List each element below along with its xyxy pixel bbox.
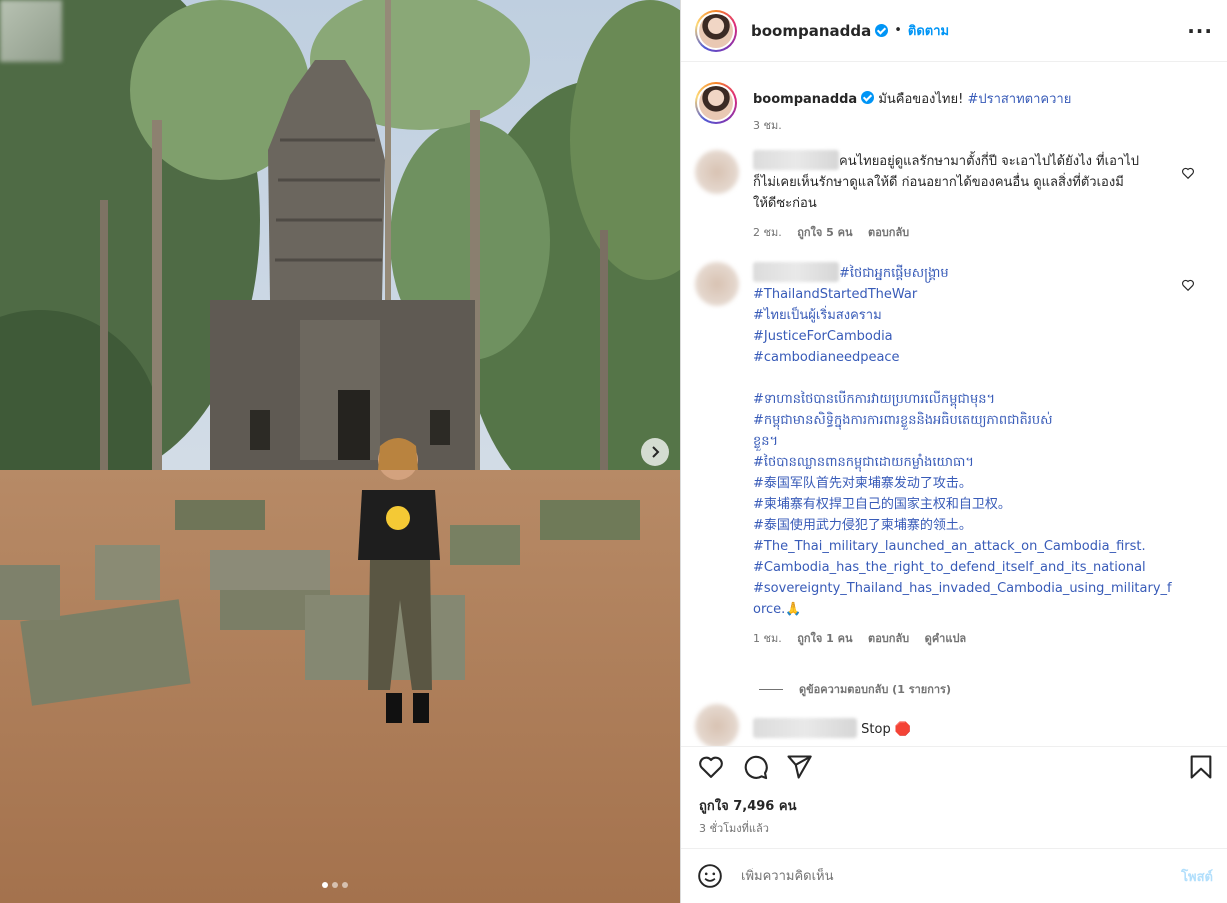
view-replies-label: ดูข้อความตอบกลับ (1 รายการ) [799,683,951,696]
view-replies-button[interactable]: ดูข้อความตอบกลับ (1 รายการ) [759,680,951,698]
carousel-dot [332,882,338,888]
caption-hashtag[interactable]: #ปราสาทตาควาย [967,92,1071,107]
separator-dot: • [894,23,902,38]
post-header: boompanadda • ติดตาม ··· [681,0,1227,62]
more-options-icon[interactable]: ··· [1187,19,1213,43]
emoji-icon[interactable] [697,863,723,889]
comment-hashtag[interactable]: #Cambodia_has_the_right_to_defend_itself… [753,557,1183,578]
comment-text-line: ให้ดีซะก่อน [753,196,817,211]
comment-input[interactable] [739,867,1143,885]
comment-hashtag[interactable]: #The_Thai_military_launched_an_attack_on… [753,536,1183,557]
likes-count[interactable]: ถูกใจ 7,496 คน [699,795,796,816]
commenter-avatar[interactable] [695,150,739,194]
temple-photo [0,0,680,903]
post-actions: ถูกใจ 7,496 คน 3 ชั่วโมงที่แล้ว [681,746,1227,846]
commenter-username-blurred[interactable] [753,150,839,170]
comment-likes[interactable]: ถูกใจ 1 คน [797,632,852,645]
reply-button[interactable]: ตอบกลับ [868,226,909,239]
comment-hashtag[interactable]: #កម្ពុជាមានសិទ្ធិក្នុងការការពារខ្លួននិងអ… [753,410,1183,431]
comment-hashtag[interactable]: #柬埔寨有权捍卫自己的国家主权和自卫权。 [753,494,1183,515]
commenter-avatar[interactable] [695,262,739,306]
translate-button[interactable]: ดูคำแปล [925,632,967,645]
author-avatar[interactable] [695,9,737,52]
add-comment-bar: โพสต์ [681,848,1227,903]
comment-hashtag[interactable]: #ថៃជាអ្នកផ្តើមសង្គ្រាម [839,266,949,281]
comment-hashtag[interactable]: #泰国使用武力侵犯了柬埔寨的领土。 [753,515,1183,536]
comments-list[interactable]: boompanadda มันคือของไทย! #ปราสาทตาควาย … [681,62,1227,746]
author-username[interactable]: boompanadda [751,22,871,40]
verified-badge-icon [861,91,875,104]
comment-text-line: ก็ไม่เคยเห็นรักษาดูแลให้ดี ก่อนอยากได้ขอ… [753,175,1124,190]
caption-avatar[interactable] [695,82,737,124]
comment-item: Stop 🛑 [695,704,1195,746]
caption-username[interactable]: boompanadda [753,92,857,107]
comment-likes[interactable]: ถูกใจ 5 คน [797,226,852,239]
comment-blank-line [753,368,1183,389]
post-comment-button[interactable]: โพสต์ [1181,866,1213,887]
post-photo [0,0,680,903]
commenter-avatar[interactable] [695,704,739,746]
comment-hashtag[interactable]: #ទាហានថៃបានបើកការវាយប្រហារលើកម្ពុជាមុន។ [753,389,1183,410]
caption-time: 3 ชม. [753,119,782,132]
comment-item: #ថៃជាអ្នកផ្តើមសង្គ្រាម #ThailandStartedT… [695,262,1195,662]
comment-hashtag[interactable]: orce.🙏 [753,599,1183,620]
comment-icon[interactable] [741,753,769,781]
post-time: 3 ชั่วโมงที่แล้ว [699,822,769,835]
comment-hashtag[interactable]: #泰国军队首先对柬埔寨发动了攻击。 [753,473,1183,494]
commenter-username-blurred[interactable] [753,718,857,738]
bookmark-icon[interactable] [1187,753,1215,781]
comment-hashtag[interactable]: #JusticeForCambodia [753,326,1183,347]
verified-badge-icon [875,24,889,37]
comment-hashtag[interactable]: #sovereignty_Thailand_has_invaded_Cambod… [753,578,1183,599]
carousel-indicator [322,882,348,888]
caption-text: มันคือของไทย! [878,92,964,107]
blurred-watermark [0,0,62,62]
divider [759,688,783,690]
comment-time: 1 ชม. [753,632,782,645]
carousel-dot [342,882,348,888]
carousel-next-button[interactable] [641,438,669,466]
comment-hashtag[interactable]: #ថៃបានឈ្លានពានកម្ពុជាដោយកម្លាំងយោធា។ [753,452,1183,473]
follow-button[interactable]: ติดตาม [908,20,949,41]
comment-hashtag[interactable]: #ThailandStartedTheWar [753,284,1183,305]
comment-text: Stop 🛑 [861,722,912,737]
comment-time: 2 ชม. [753,226,782,239]
commenter-username-blurred[interactable] [753,262,839,282]
heart-icon[interactable] [1181,166,1195,180]
heart-icon[interactable] [697,753,725,781]
comment-hashtag[interactable]: #ไทยเป็นผู้เริ่มสงคราม [753,305,1183,326]
post-side-panel: boompanadda • ติดตาม ··· boompanadda มัน… [680,0,1227,903]
comment-item: คนไทยอยู่ดูแลรักษามาตั้งกี่ปี จะเอาไปได้… [695,150,1195,260]
instagram-post-modal: boompanadda • ติดตาม ··· boompanadda มัน… [0,0,1227,903]
carousel-dot-active [322,882,328,888]
heart-icon[interactable] [1181,278,1195,292]
chevron-right-icon [652,446,660,458]
comment-hashtag[interactable]: ខ្លួន។ [753,431,1183,452]
send-icon[interactable] [785,753,813,781]
comment-hashtag[interactable]: #cambodianeedpeace [753,347,1183,368]
reply-button[interactable]: ตอบกลับ [868,632,909,645]
comment-text-line: คนไทยอยู่ดูแลรักษามาตั้งกี่ปี จะเอาไปได้… [839,154,1139,169]
